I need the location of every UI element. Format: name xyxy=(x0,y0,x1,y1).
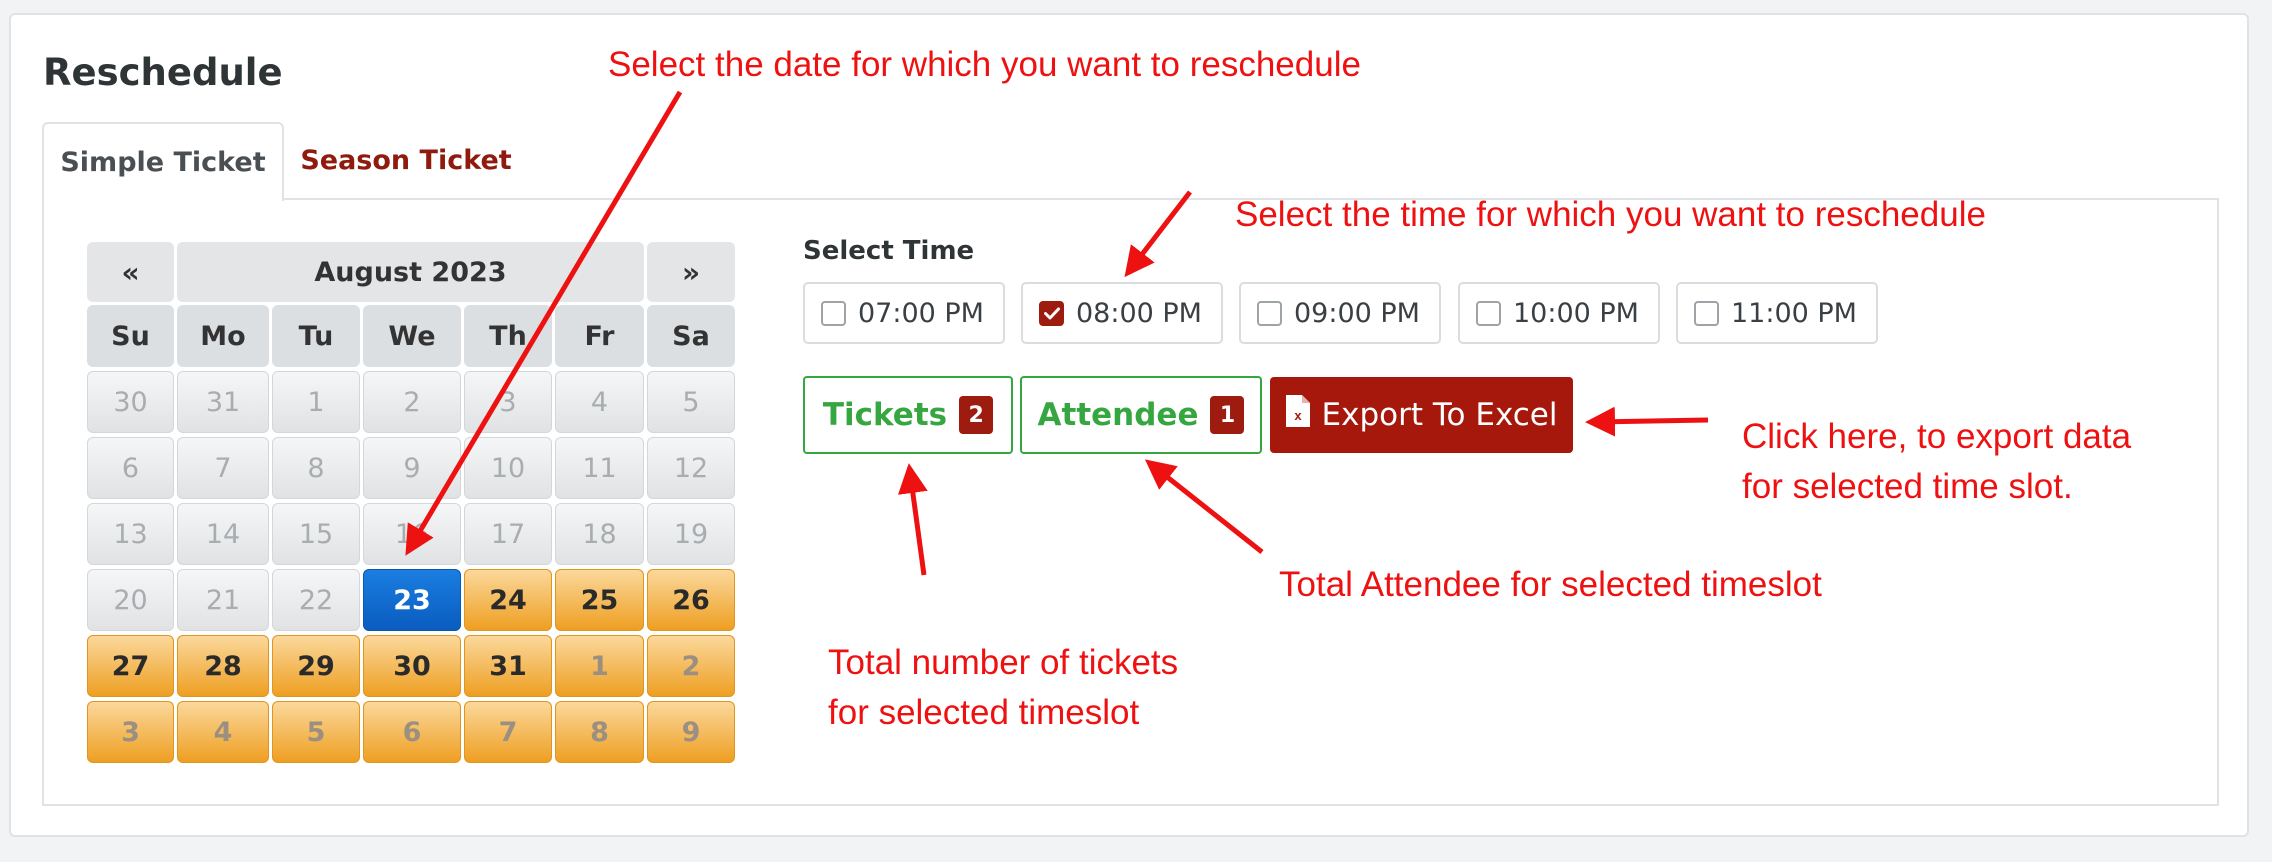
calendar-day: 22 xyxy=(272,569,360,631)
calendar-day: 21 xyxy=(177,569,269,631)
calendar-day: 2 xyxy=(363,371,461,433)
weekday-header: Mo xyxy=(177,305,269,367)
calendar-day: 9 xyxy=(647,701,735,763)
weekday-header: Su xyxy=(87,305,174,367)
calendar-day: 9 xyxy=(363,437,461,499)
weekday-header: Th xyxy=(464,305,552,367)
calendar-day: 20 xyxy=(87,569,174,631)
calendar-day[interactable]: 28 xyxy=(177,635,269,697)
calendar-day: 13 xyxy=(87,503,174,565)
page-title: Reschedule xyxy=(43,51,283,94)
calendar-day: 7 xyxy=(464,701,552,763)
calendar-day: 15 xyxy=(272,503,360,565)
calendar-day: 31 xyxy=(177,371,269,433)
annotation-select-date: Select the date for which you want to re… xyxy=(608,45,1361,84)
attendee-button[interactable]: Attendee 1 xyxy=(1020,376,1262,454)
time-slot[interactable]: 07:00 PM xyxy=(803,282,1005,344)
calendar-day[interactable]: 24 xyxy=(464,569,552,631)
calendar-day: 1 xyxy=(272,371,360,433)
weekday-header: Sa xyxy=(647,305,735,367)
calendar-day: 5 xyxy=(272,701,360,763)
time-slot-label: 07:00 PM xyxy=(858,297,984,329)
tickets-button[interactable]: Tickets 2 xyxy=(803,376,1013,454)
time-slot-label: 10:00 PM xyxy=(1513,297,1639,329)
calendar-day: 17 xyxy=(464,503,552,565)
calendar-day: 6 xyxy=(363,701,461,763)
calendar-day: 10 xyxy=(464,437,552,499)
checkbox-icon[interactable] xyxy=(821,300,846,326)
tab-season-ticket[interactable]: Season Ticket xyxy=(290,122,522,199)
calendar-day: 19 xyxy=(647,503,735,565)
tickets-count-badge: 2 xyxy=(959,396,994,434)
weekday-header: Fr xyxy=(555,305,644,367)
time-slot[interactable]: 10:00 PM xyxy=(1458,282,1660,344)
svg-text:x: x xyxy=(1294,408,1302,423)
time-slot[interactable]: 09:00 PM xyxy=(1239,282,1441,344)
time-slot-label: 11:00 PM xyxy=(1731,297,1857,329)
annotation-attendee-total: Total Attendee for selected timeslot xyxy=(1279,565,1822,604)
calendar-day[interactable]: 25 xyxy=(555,569,644,631)
calendar-day-selected[interactable]: 23 xyxy=(363,569,461,631)
calendar-day: 18 xyxy=(555,503,644,565)
calendar-day: 7 xyxy=(177,437,269,499)
calendar-day: 8 xyxy=(555,701,644,763)
calendar-day: 30 xyxy=(87,371,174,433)
annotation-tickets-line1: Total number of tickets xyxy=(828,643,1179,682)
checkbox-checked-icon[interactable] xyxy=(1039,300,1064,326)
calendar-next-button[interactable]: » xyxy=(647,242,735,302)
calendar-day: 4 xyxy=(555,371,644,433)
calendar-month-title: August 2023 xyxy=(177,242,644,302)
calendar-day: 16 xyxy=(363,503,461,565)
weekday-header: We xyxy=(363,305,461,367)
weekday-header: Tu xyxy=(272,305,360,367)
export-label: Export To Excel xyxy=(1321,397,1558,433)
attendee-label: Attendee xyxy=(1037,397,1199,433)
calendar-day[interactable]: 29 xyxy=(272,635,360,697)
checkbox-icon[interactable] xyxy=(1476,300,1501,326)
tickets-label: Tickets xyxy=(822,397,948,433)
time-slot-label: 09:00 PM xyxy=(1294,297,1420,329)
time-slot[interactable]: 08:00 PM xyxy=(1021,282,1223,344)
calendar-day[interactable]: 30 xyxy=(363,635,461,697)
calendar-day: 1 xyxy=(555,635,644,697)
excel-file-icon: x xyxy=(1285,395,1310,435)
tab-simple-ticket[interactable]: Simple Ticket xyxy=(42,122,284,201)
annotation-select-time: Select the time for which you want to re… xyxy=(1235,195,1986,234)
calendar-day[interactable]: 26 xyxy=(647,569,735,631)
calendar-day[interactable]: 31 xyxy=(464,635,552,697)
calendar-day[interactable]: 27 xyxy=(87,635,174,697)
checkbox-icon[interactable] xyxy=(1257,300,1282,326)
calendar-day: 12 xyxy=(647,437,735,499)
calendar-day: 14 xyxy=(177,503,269,565)
calendar-day: 6 xyxy=(87,437,174,499)
checkbox-icon[interactable] xyxy=(1694,300,1719,326)
calendar-day: 5 xyxy=(647,371,735,433)
annotation-export-line1: Click here, to export data xyxy=(1742,417,2132,456)
calendar-day: 8 xyxy=(272,437,360,499)
time-slot[interactable]: 11:00 PM xyxy=(1676,282,1878,344)
calendar-prev-button[interactable]: « xyxy=(87,242,174,302)
calendar-day: 2 xyxy=(647,635,735,697)
export-to-excel-button[interactable]: x Export To Excel xyxy=(1270,377,1573,453)
calendar-day: 4 xyxy=(177,701,269,763)
annotation-tickets-line2: for selected timeslot xyxy=(828,693,1140,732)
calendar-day: 3 xyxy=(464,371,552,433)
calendar-day: 3 xyxy=(87,701,174,763)
time-slot-label: 08:00 PM xyxy=(1076,297,1202,329)
annotation-export-line2: for selected time slot. xyxy=(1742,467,2073,506)
calendar-day: 11 xyxy=(555,437,644,499)
attendee-count-badge: 1 xyxy=(1210,396,1245,434)
select-time-label: Select Time xyxy=(803,236,975,266)
